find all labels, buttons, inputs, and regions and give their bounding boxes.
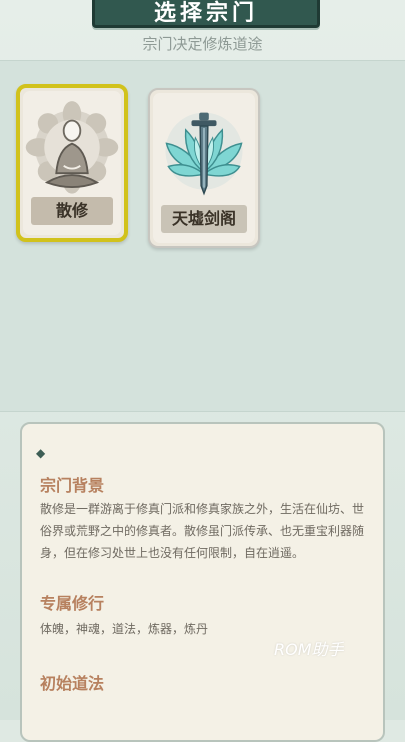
page-title: 选择宗门 [153,1,258,26]
background-description: 散修是一群游离于修真门派和修真家族之外，生活在仙坊、世俗界或荒野之中的修真者。散… [40,502,365,560]
sect-card-tianxu[interactable]: 天墟剑阁 [148,88,260,248]
meditating-cultivator-icon [25,101,119,194]
background-section-title: 宗门背景 [40,476,105,495]
sect-label-sanxiu: 散修 [31,197,113,225]
card-inner: 散修 [23,91,121,235]
diamond-icon: ◆ [36,446,46,460]
practice-section-title: 专属修行 [40,594,105,613]
sect-details-panel: ◆ 宗门背景 散修是一群游离于修真门派和修真家族之外，生活在仙坊、世俗界或荒野之… [20,422,385,742]
card-inner: 天墟剑阁 [153,93,255,243]
title-banner: 选择宗门 [92,0,320,28]
page-subtitle: 宗门决定修炼道途 [142,35,263,53]
skills-section-title: 初始道法 [40,674,105,693]
sect-label-tianxu: 天墟剑阁 [161,205,247,233]
sect-card-sanxiu[interactable]: 散修 [16,84,128,242]
watermark: ROM助手 [274,640,344,659]
lotus-sword-icon [165,112,243,196]
